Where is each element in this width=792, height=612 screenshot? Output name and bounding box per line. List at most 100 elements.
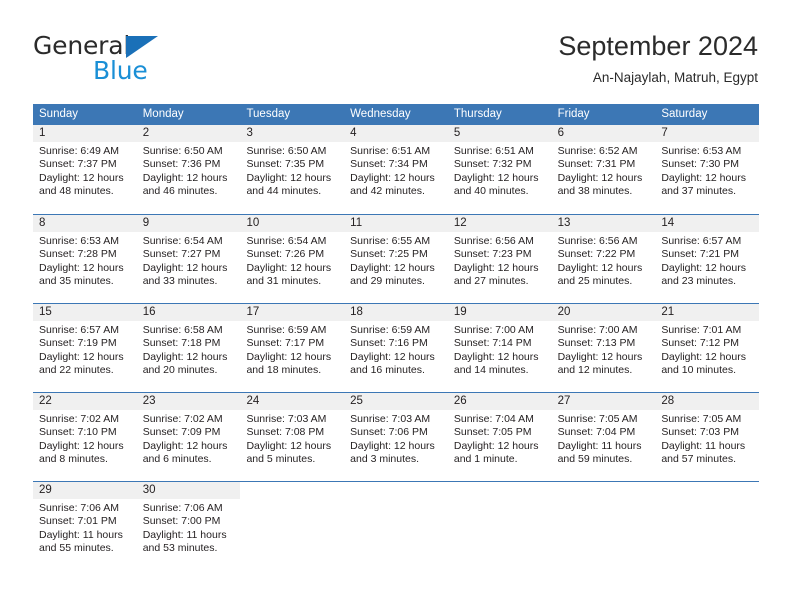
day-detail-line: Sunrise: 6:54 AM bbox=[246, 235, 327, 247]
day-detail-line: Sunrise: 7:03 AM bbox=[350, 413, 431, 425]
day-details: Sunrise: 6:58 AM Sunset: 7:18 PM Daylight:… bbox=[137, 321, 241, 378]
day-details bbox=[448, 499, 552, 502]
day-detail-line: Daylight: 11 hours bbox=[142, 528, 227, 541]
day-number: 24 bbox=[240, 393, 345, 410]
calendar-day-cell[interactable]: 12 Sunrise: 6:56 AM Sunset: 7:23 PM Dayligh… bbox=[447, 215, 552, 303]
calendar-day-cell[interactable]: 30 Sunrise: 7:06 AM Sunset: 7:00 PM Dayligh… bbox=[136, 482, 241, 570]
day-number: 19 bbox=[447, 304, 552, 321]
calendar-day-cell[interactable]: 26 Sunrise: 7:04 AM Sunset: 7:05 PM Dayligh… bbox=[447, 393, 552, 481]
calendar-day-cell[interactable]: 20 Sunrise: 7:00 AM Sunset: 7:13 PM Dayligh… bbox=[551, 304, 656, 392]
day-detail-line: Sunrise: 6:59 AM bbox=[246, 324, 327, 336]
calendar-day-cell[interactable]: 27 Sunrise: 7:05 AM Sunset: 7:04 PM Dayligh… bbox=[551, 393, 656, 481]
day-detail-line: Sunrise: 7:02 AM bbox=[39, 413, 119, 425]
brand-logo[interactable]: General Blue bbox=[33, 33, 253, 85]
day-details: Sunrise: 7:06 AM Sunset: 7:00 PM Daylight:… bbox=[137, 499, 241, 556]
day-detail-line: Sunset: 7:04 PM bbox=[557, 426, 636, 439]
calendar-day-cell[interactable]: 5 Sunrise: 6:51 AM Sunset: 7:32 PM Daylight… bbox=[447, 125, 552, 214]
calendar-day-cell[interactable]: 17 Sunrise: 6:59 AM Sunset: 7:17 PM Dayligh… bbox=[240, 304, 345, 392]
calendar-day-cell[interactable]: 24 Sunrise: 7:03 AM Sunset: 7:08 PM Dayligh… bbox=[240, 393, 345, 481]
calendar-day-cell[interactable]: 13 Sunrise: 6:56 AM Sunset: 7:22 PM Dayligh… bbox=[551, 215, 656, 303]
day-details: Sunrise: 7:00 AM Sunset: 7:14 PM Daylight:… bbox=[448, 321, 552, 378]
calendar-day-cell[interactable]: 16 Sunrise: 6:58 AM Sunset: 7:18 PM Dayligh… bbox=[136, 304, 241, 392]
calendar-week-row: 15 Sunrise: 6:57 AM Sunset: 7:19 PM Dayligh… bbox=[33, 303, 760, 392]
calendar-day-cell[interactable]: 18 Sunrise: 6:59 AM Sunset: 7:16 PM Dayligh… bbox=[344, 304, 448, 392]
day-detail-line: and 38 minutes. bbox=[557, 185, 633, 198]
day-number bbox=[240, 482, 344, 499]
day-detail-line: Sunset: 7:27 PM bbox=[142, 248, 221, 261]
day-detail-line: Sunrise: 6:55 AM bbox=[350, 235, 431, 247]
day-detail-line: and 48 minutes. bbox=[39, 185, 114, 198]
brand-name-blue: Blue bbox=[93, 56, 148, 85]
calendar-day-cell-empty bbox=[344, 482, 448, 570]
day-detail-line: Sunset: 7:21 PM bbox=[661, 248, 739, 261]
day-detail-line: Daylight: 12 hours bbox=[39, 350, 124, 363]
day-detail-line: Sunset: 7:06 PM bbox=[350, 426, 428, 439]
day-number: 3 bbox=[240, 125, 345, 142]
day-detail-line: Sunset: 7:18 PM bbox=[142, 337, 221, 350]
day-detail-line: Sunrise: 7:02 AM bbox=[142, 413, 223, 425]
calendar-day-cell[interactable]: 9 Sunrise: 6:54 AM Sunset: 7:27 PM Daylight… bbox=[136, 215, 241, 303]
calendar-day-cell[interactable]: 25 Sunrise: 7:03 AM Sunset: 7:06 PM Dayligh… bbox=[344, 393, 448, 481]
day-detail-line: Sunset: 7:10 PM bbox=[39, 426, 117, 439]
day-detail-line: Daylight: 12 hours bbox=[350, 261, 435, 274]
calendar-day-cell[interactable]: 10 Sunrise: 6:54 AM Sunset: 7:26 PM Dayligh… bbox=[240, 215, 345, 303]
calendar-day-cell[interactable]: 15 Sunrise: 6:57 AM Sunset: 7:19 PM Dayligh… bbox=[33, 304, 137, 392]
day-detail-line: Daylight: 12 hours bbox=[661, 350, 746, 363]
day-number: 11 bbox=[344, 215, 448, 232]
calendar-day-cell[interactable]: 21 Sunrise: 7:01 AM Sunset: 7:12 PM Dayligh… bbox=[655, 304, 760, 392]
day-detail-line: Sunrise: 6:57 AM bbox=[39, 324, 119, 336]
calendar-day-cell[interactable]: 4 Sunrise: 6:51 AM Sunset: 7:34 PM Daylight… bbox=[344, 125, 448, 214]
day-detail-line: Sunset: 7:19 PM bbox=[39, 337, 117, 350]
day-number: 12 bbox=[447, 215, 552, 232]
day-detail-line: and 14 minutes. bbox=[453, 364, 529, 377]
day-detail-line: Sunset: 7:25 PM bbox=[350, 248, 428, 261]
day-detail-line: Sunset: 7:30 PM bbox=[661, 158, 739, 171]
calendar-day-cell[interactable]: 14 Sunrise: 6:57 AM Sunset: 7:21 PM Dayligh… bbox=[655, 215, 760, 303]
weekday-header-friday: Friday bbox=[557, 108, 590, 120]
calendar-day-cell[interactable]: 11 Sunrise: 6:55 AM Sunset: 7:25 PM Dayligh… bbox=[344, 215, 448, 303]
calendar-day-cell[interactable]: 22 Sunrise: 7:02 AM Sunset: 7:10 PM Dayligh… bbox=[33, 393, 137, 481]
calendar-day-cell-empty bbox=[448, 482, 552, 570]
calendar-day-cell[interactable]: 23 Sunrise: 7:02 AM Sunset: 7:09 PM Dayligh… bbox=[136, 393, 241, 481]
calendar-day-cell[interactable]: 1 Sunrise: 6:49 AM Sunset: 7:37 PM Daylight… bbox=[33, 125, 137, 214]
day-detail-line: and 40 minutes. bbox=[453, 185, 529, 198]
day-details: Sunrise: 6:52 AM Sunset: 7:31 PM Daylight:… bbox=[552, 142, 656, 199]
calendar-day-cell[interactable]: 19 Sunrise: 7:00 AM Sunset: 7:14 PM Dayligh… bbox=[447, 304, 552, 392]
calendar-day-cell[interactable]: 29 Sunrise: 7:06 AM Sunset: 7:01 PM Dayligh… bbox=[33, 482, 137, 570]
day-number: 20 bbox=[551, 304, 656, 321]
day-detail-line: Sunrise: 6:54 AM bbox=[142, 235, 223, 247]
day-number: 10 bbox=[240, 215, 345, 232]
day-number: 4 bbox=[344, 125, 448, 142]
day-number: 27 bbox=[551, 393, 656, 410]
day-detail-line: Daylight: 12 hours bbox=[453, 171, 539, 184]
day-details: Sunrise: 7:02 AM Sunset: 7:10 PM Daylight:… bbox=[33, 410, 137, 467]
day-detail-line: Daylight: 12 hours bbox=[246, 261, 332, 274]
day-detail-line: and 3 minutes. bbox=[350, 453, 420, 466]
day-detail-line: Sunset: 7:36 PM bbox=[142, 158, 221, 171]
day-detail-line: Daylight: 11 hours bbox=[39, 528, 123, 541]
calendar-day-cell[interactable]: 3 Sunrise: 6:50 AM Sunset: 7:35 PM Daylight… bbox=[240, 125, 345, 214]
day-number: 25 bbox=[344, 393, 448, 410]
day-detail-line: and 8 minutes. bbox=[39, 453, 108, 466]
day-detail-line: Sunrise: 7:00 AM bbox=[453, 324, 534, 336]
day-detail-line: Sunrise: 7:04 AM bbox=[453, 413, 534, 425]
weekday-header-sunday: Sunday bbox=[39, 108, 79, 120]
day-detail-line: Daylight: 12 hours bbox=[39, 261, 124, 274]
calendar-day-cell[interactable]: 7 Sunrise: 6:53 AM Sunset: 7:30 PM Daylight… bbox=[655, 125, 760, 214]
calendar-day-cell[interactable]: 8 Sunrise: 6:53 AM Sunset: 7:28 PM Daylight… bbox=[33, 215, 137, 303]
calendar-day-cell-empty bbox=[655, 482, 759, 570]
day-detail-line: Sunset: 7:34 PM bbox=[350, 158, 428, 171]
day-number: 1 bbox=[33, 125, 137, 142]
calendar-day-cell[interactable]: 2 Sunrise: 6:50 AM Sunset: 7:36 PM Daylight… bbox=[136, 125, 241, 214]
day-details: Sunrise: 7:04 AM Sunset: 7:05 PM Daylight:… bbox=[448, 410, 552, 467]
calendar-day-cell[interactable]: 28 Sunrise: 7:05 AM Sunset: 7:03 PM Dayligh… bbox=[655, 393, 760, 481]
day-detail-line: Sunset: 7:05 PM bbox=[453, 426, 532, 439]
weekday-header-thursday: Thursday bbox=[453, 108, 502, 120]
calendar-weeks: 1 Sunrise: 6:49 AM Sunset: 7:37 PM Daylight… bbox=[33, 125, 760, 570]
title-block: September 2024 An-Najaylah, Matruh, Egyp… bbox=[558, 30, 758, 86]
calendar-day-cell[interactable]: 6 Sunrise: 6:52 AM Sunset: 7:31 PM Daylight… bbox=[551, 125, 656, 214]
day-detail-line: and 22 minutes. bbox=[39, 364, 114, 377]
day-number: 14 bbox=[655, 215, 760, 232]
day-number: 28 bbox=[655, 393, 760, 410]
day-detail-line: and 44 minutes. bbox=[246, 185, 322, 198]
